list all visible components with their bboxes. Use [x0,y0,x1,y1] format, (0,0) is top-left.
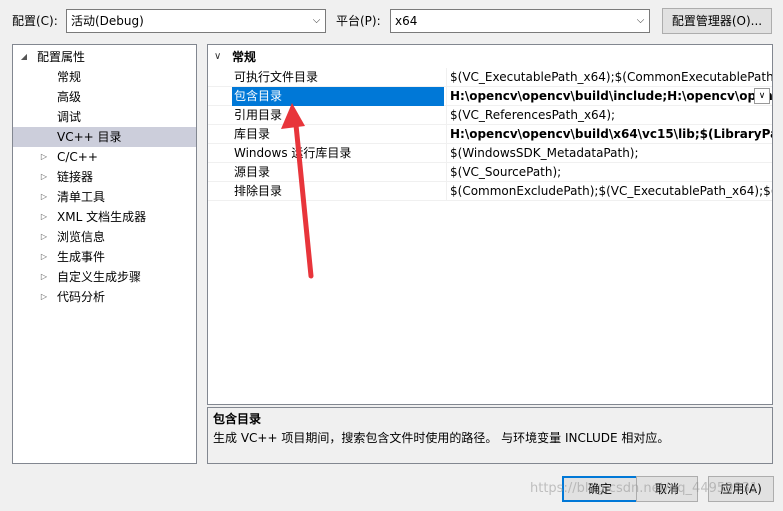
triangle-right-icon[interactable]: ▷ [39,267,49,287]
apply-button[interactable]: 应用(A) [708,476,774,502]
chevron-down-icon[interactable]: ⌵ [308,10,325,32]
tree-item-label: XML 文档生成器 [57,210,147,224]
tree-item-label: VC++ 目录 [57,130,122,144]
platform-value: x64 [395,14,418,28]
property-grid[interactable]: ∨ 常规 可执行文件目录 $(VC_ExecutablePath_x64);$(C… [207,44,773,405]
property-value[interactable]: H:\opencv\opencv\build\x64\vc15\lib;$(Li… [446,125,772,144]
tree-item[interactable]: ▷ 浏览信息 [13,227,196,247]
triangle-right-icon[interactable]: ▷ [39,287,49,307]
tree-item[interactable]: ▷ 代码分析 [13,287,196,307]
property-row[interactable]: 排除目录 $(CommonExcludePath);$(VC_Executable… [208,182,772,201]
property-row[interactable]: 包含目录 H:\opencv\opencv\build\include;H:\op… [208,87,772,106]
property-name[interactable]: 库目录 [232,125,444,144]
triangle-right-icon[interactable]: ▷ [39,167,49,187]
triangle-right-icon[interactable]: ▷ [39,187,49,207]
description-title: 包含目录 [213,412,262,426]
tree-item[interactable]: ▷ 链接器 [13,167,196,187]
property-row[interactable]: 库目录 H:\opencv\opencv\build\x64\vc15\lib;$… [208,125,772,144]
tree-item[interactable]: ▷ 清单工具 [13,187,196,207]
triangle-right-icon[interactable]: ▷ [39,227,49,247]
platform-combobox[interactable]: x64 ⌵ [390,9,650,33]
config-manager-button[interactable]: 配置管理器(O)... [662,8,772,34]
tree-item[interactable]: 调试 [13,107,196,127]
property-value[interactable]: $(CommonExcludePath);$(VC_ExecutablePath… [446,182,772,201]
property-value[interactable]: $(VC_ExecutablePath_x64);$(CommonExecuta… [446,68,772,87]
tree-item[interactable]: ▷ 自定义生成步骤 [13,267,196,287]
chevron-down-icon[interactable]: ⌵ [632,10,649,32]
chevron-down-icon[interactable]: ∨ [754,88,770,104]
tree-item[interactable]: ▷ C/C++ [13,147,196,167]
property-value[interactable]: H:\opencv\opencv\build\include;H:\opencv… [446,87,772,106]
tree-item-label: 自定义生成步骤 [57,270,142,284]
description-panel: 包含目录 生成 VC++ 项目期间，搜索包含文件时使用的路径。 与环境变量 IN… [207,407,773,464]
config-value: 活动(Debug) [71,14,144,28]
property-row[interactable]: 源目录 $(VC_SourcePath); [208,163,772,182]
tree-item-label: 生成事件 [57,250,106,264]
description-text: 生成 VC++ 项目期间，搜索包含文件时使用的路径。 与环境变量 INCLUDE… [213,431,670,445]
tree-root-label: 配置属性 [37,50,86,64]
property-value[interactable]: $(WindowsSDK_MetadataPath); [446,144,772,163]
config-label: 配置(C): [12,14,58,28]
tree-item-label: 高级 [57,90,82,104]
platform-label: 平台(P): [336,14,381,28]
tree-item[interactable]: ▷ 生成事件 [13,247,196,267]
property-value[interactable]: $(VC_SourcePath); [446,163,772,182]
config-combobox[interactable]: 活动(Debug) ⌵ [66,9,326,33]
tree-item[interactable]: 高级 [13,87,196,107]
tree-item-label: 常规 [57,70,82,84]
triangle-right-icon[interactable]: ▷ [39,207,49,227]
property-tree[interactable]: ◢ 配置属性 常规高级调试 VC++ 目录 ▷ C/C++ ▷ 链接器 ▷ 清单工具 ▷ XML … [12,44,197,464]
triangle-right-icon[interactable]: ▷ [39,147,49,167]
tree-item-label: 代码分析 [57,290,106,304]
tree-root[interactable]: ◢ 配置属性 [13,47,196,67]
property-row[interactable]: 引用目录 $(VC_ReferencesPath_x64); [208,106,772,125]
ok-button[interactable]: 确定 [562,476,638,502]
tree-item-label: 调试 [57,110,82,124]
triangle-right-icon[interactable]: ▷ [39,247,49,267]
property-name[interactable]: 源目录 [232,163,444,182]
property-row[interactable]: Windows 运行库目录 $(WindowsSDK_MetadataPath); [208,144,772,163]
tree-item-label: 链接器 [57,170,94,184]
tree-item[interactable]: VC++ 目录 [13,127,196,147]
tree-item-label: C/C++ [57,150,98,164]
property-value[interactable]: $(VC_ReferencesPath_x64); [446,106,772,125]
property-name[interactable]: Windows 运行库目录 [232,144,444,163]
tree-item[interactable]: 常规 [13,67,196,87]
cancel-button[interactable]: 取消 [636,476,698,502]
property-name[interactable]: 可执行文件目录 [232,68,444,87]
triangle-down-icon[interactable]: ∨ [214,47,221,67]
property-name[interactable]: 包含目录 [232,87,444,106]
property-name[interactable]: 引用目录 [232,106,444,125]
tree-item-label: 清单工具 [57,190,106,204]
tree-item-label: 浏览信息 [57,230,106,244]
property-name[interactable]: 排除目录 [232,182,444,201]
triangle-down-icon[interactable]: ◢ [19,47,29,67]
tree-item[interactable]: ▷ XML 文档生成器 [13,207,196,227]
category-header[interactable]: ∨ 常规 [208,47,772,67]
property-row[interactable]: 可执行文件目录 $(VC_ExecutablePath_x64);$(Common… [208,68,772,87]
category-label: 常规 [232,50,257,64]
